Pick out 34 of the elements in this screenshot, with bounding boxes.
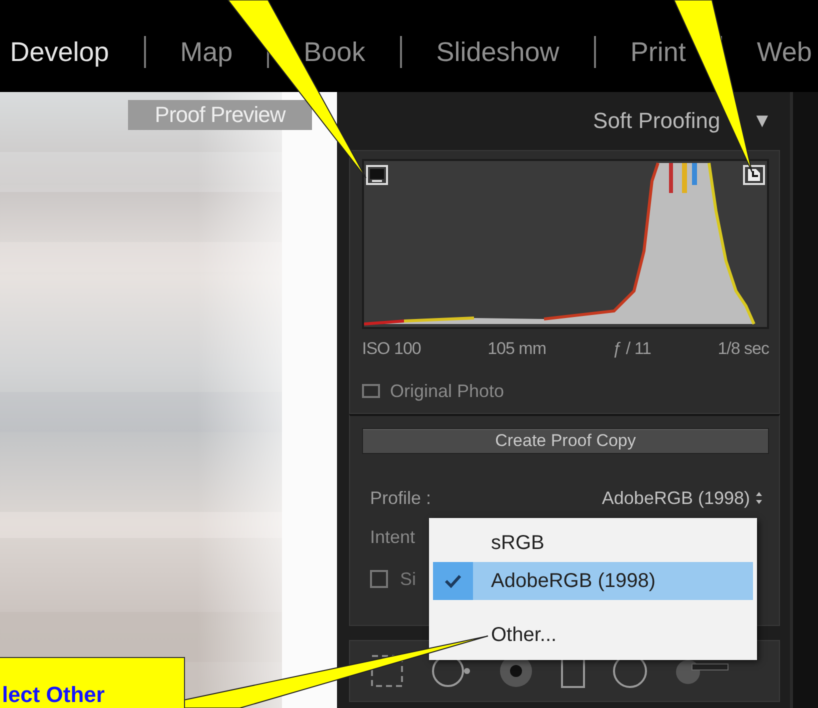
up-down-icon[interactable]: [755, 491, 763, 505]
collapse-toggle[interactable]: ▼: [752, 110, 772, 132]
histogram-spike: [669, 163, 673, 193]
checkbox-label: Original Photo: [390, 380, 504, 402]
exif-info: 105 mm: [488, 339, 546, 359]
scrollbar[interactable]: [790, 92, 818, 708]
checkbox[interactable]: [370, 570, 388, 588]
histogram-spike: [682, 163, 687, 193]
menu-item[interactable]: AdobeRGB (1998): [433, 562, 753, 600]
histogram-spike: [692, 163, 697, 185]
page-icon[interactable]: [743, 165, 765, 185]
checkbox-label: Si: [400, 568, 416, 590]
module-tab[interactable]: Map: [180, 36, 233, 68]
module-tab[interactable]: Print: [630, 36, 686, 68]
exif-info: ISO 100: [362, 339, 421, 359]
module-tab[interactable]: Slideshow: [436, 36, 560, 68]
check-icon: [444, 573, 462, 589]
panel-title[interactable]: Soft Proofing: [593, 108, 720, 134]
crop-icon[interactable]: [370, 654, 404, 688]
profile-value[interactable]: AdobeRGB (1998): [602, 488, 750, 508]
menu-item[interactable]: sRGB: [433, 524, 753, 562]
menu-item[interactable]: Other...: [433, 616, 753, 654]
exif-info: 1/8 sec: [718, 339, 769, 359]
checkbox[interactable]: [362, 384, 380, 398]
exif-info: ƒ / 11: [612, 339, 651, 359]
module-tab[interactable]: Develop: [10, 36, 110, 68]
proof-preview-label: Proof Preview: [128, 100, 312, 130]
callout-text: lect Other: [2, 684, 105, 706]
intent-label: Intent: [370, 526, 416, 548]
module-tab[interactable]: Book: [304, 36, 366, 68]
profile-label: Profile :: [370, 488, 432, 508]
module-tab[interactable]: Web: [756, 36, 812, 68]
monitor-icon[interactable]: [366, 165, 388, 185]
create-proof-copy-button[interactable]: Create Proof Copy: [362, 428, 769, 454]
